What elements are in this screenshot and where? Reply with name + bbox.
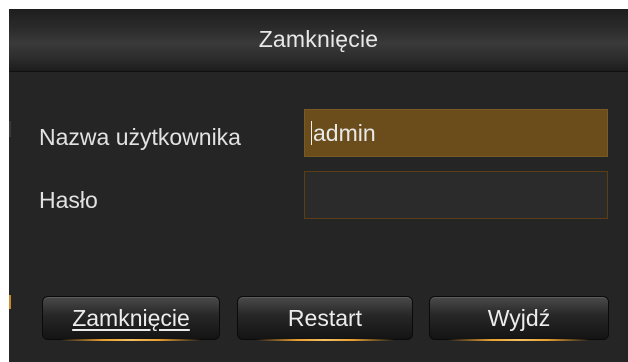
edge-decoration <box>9 121 11 137</box>
restart-button-label: Restart <box>287 305 363 331</box>
shutdown-button[interactable]: Zamknięcie <box>42 296 220 341</box>
password-label: Hasło <box>39 187 98 213</box>
username-value: admin <box>313 120 376 146</box>
dialog-title: Zamknięcie <box>258 26 379 52</box>
text-caret <box>311 121 312 145</box>
password-field[interactable] <box>304 171 608 219</box>
exit-button[interactable]: Wyjdź <box>429 296 609 341</box>
exit-button-label: Wyjdź <box>487 305 551 331</box>
shutdown-dialog: Zamknięcie Nazwa użytkownika admin Hasło… <box>9 9 628 362</box>
dialog-titlebar: Zamknięcie <box>9 9 628 72</box>
username-label: Nazwa użytkownika <box>39 124 241 150</box>
edge-decoration <box>9 295 11 309</box>
username-field[interactable]: admin <box>304 109 608 157</box>
restart-button[interactable]: Restart <box>237 296 413 341</box>
shutdown-button-label: Zamknięcie <box>72 305 190 331</box>
